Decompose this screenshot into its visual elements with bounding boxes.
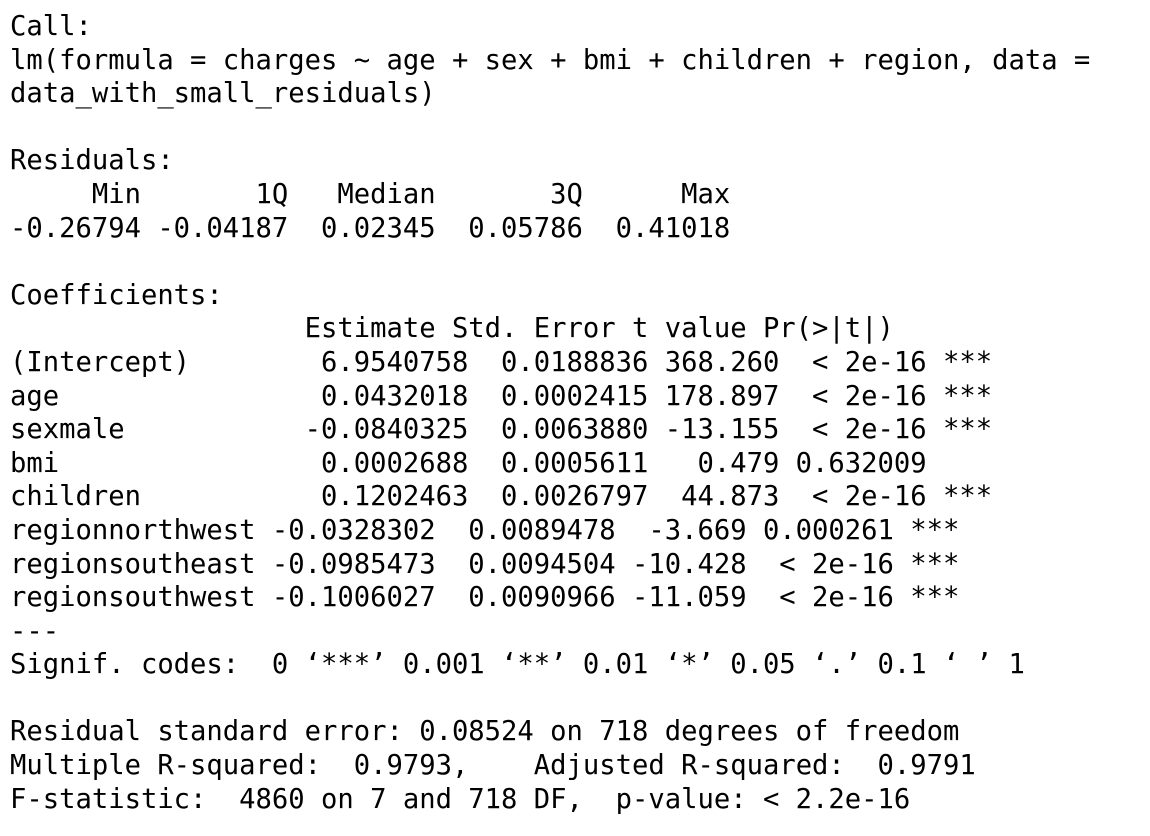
f-statistic-line: F-statistic: 4860 on 7 and 718 DF, p-val…	[10, 783, 911, 815]
call-header: Call:	[10, 11, 92, 42]
coefficient-row: age 0.0432018 0.0002415 178.897 < 2e-16 …	[10, 380, 993, 412]
r-squared-line: Multiple R-squared: 0.9793, Adjusted R-s…	[10, 750, 993, 782]
residual-standard-error-line: Residual standard error: 0.08524 on 718 …	[10, 716, 960, 748]
coefficient-row: children 0.1202463 0.0026797 44.873 < 2e…	[10, 481, 993, 513]
separator-line: ---	[10, 615, 60, 647]
residuals-labels: Min 1Q Median 3Q Max	[10, 178, 747, 210]
coefficients-header: Coefficients:	[10, 279, 223, 311]
coefficient-row: regionnorthwest -0.0328302 0.0089478 -3.…	[10, 514, 960, 546]
residuals-values: -0.26794 -0.04187 0.02345 0.05786 0.4101…	[10, 212, 747, 244]
coefficient-row: regionsouthwest -0.1006027 0.0090966 -11…	[10, 582, 960, 614]
call-line-1: lm(formula = charges ~ age + sex + bmi +…	[10, 44, 1091, 76]
coefficient-row: (Intercept) 6.9540758 0.0188836 368.260 …	[10, 346, 993, 378]
coefficient-row: sexmale -0.0840325 0.0063880 -13.155 < 2…	[10, 414, 993, 446]
r-console-output: Call: lm(formula = charges ~ age + sex +…	[0, 0, 1150, 836]
residuals-header: Residuals:	[10, 145, 174, 177]
coefficient-row: bmi 0.0002688 0.0005611 0.479 0.632009	[10, 447, 993, 479]
coefficients-table-header: Estimate Std. Error t value Pr(>|t|)	[10, 313, 960, 345]
signif-codes-line: Signif. codes: 0 ‘***’ 0.001 ‘**’ 0.01 ‘…	[10, 649, 1025, 681]
call-line-2: data_with_small_residuals)	[10, 78, 436, 110]
coefficient-row: regionsoutheast -0.0985473 0.0094504 -10…	[10, 548, 960, 580]
